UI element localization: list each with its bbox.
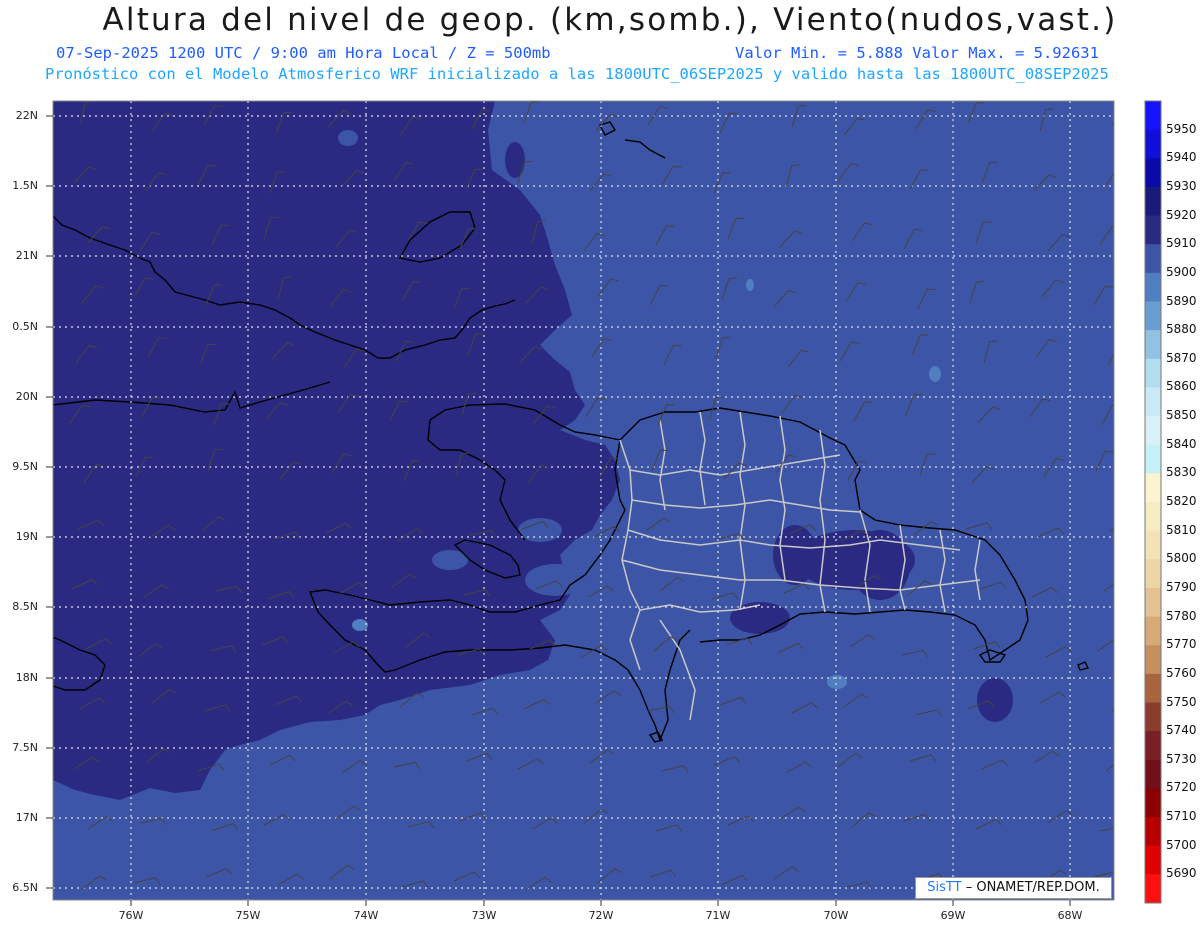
- lat-label: 7.5N: [12, 741, 38, 754]
- colorbar-label: 5760: [1166, 665, 1197, 680]
- brand-logo: SisTT: [927, 880, 962, 895]
- colorbar-label: 5770: [1166, 637, 1197, 652]
- colorbar-swatch: [1145, 702, 1161, 732]
- colorbar-label: 5840: [1166, 436, 1197, 451]
- lon-label: 68W: [1057, 909, 1083, 922]
- colorbar-label: 5690: [1166, 866, 1197, 881]
- colorbar-label: 5850: [1166, 408, 1197, 423]
- colorbar-label: 5900: [1166, 264, 1197, 279]
- colorbar-swatch: [1145, 845, 1161, 875]
- colorbar-swatch: [1145, 616, 1161, 646]
- colorbar: [1144, 100, 1162, 904]
- lat-label: 21N: [15, 249, 38, 262]
- wind-barb: [1111, 708, 1114, 712]
- lon-label: 72W: [588, 909, 614, 922]
- colorbar-label: 5830: [1166, 465, 1197, 480]
- colorbar-swatch: [1145, 101, 1161, 131]
- field-patch: [338, 130, 358, 146]
- colorbar-swatch: [1145, 186, 1161, 217]
- weather-map: [46, 100, 1162, 906]
- field-patch: [773, 525, 817, 585]
- colorbar-swatch: [1145, 645, 1161, 675]
- colorbar-label: 5780: [1166, 608, 1197, 623]
- lon-label: 73W: [471, 909, 497, 922]
- colorbar-swatch: [1145, 358, 1161, 388]
- lon-label: 70W: [823, 909, 849, 922]
- colorbar-swatch: [1145, 559, 1161, 589]
- colorbar-swatch: [1145, 759, 1161, 789]
- colorbar-label: 5860: [1166, 379, 1197, 394]
- field-patch: [929, 366, 941, 382]
- colorbar-label: 5700: [1166, 837, 1197, 852]
- lon-label: 71W: [705, 909, 731, 922]
- lon-label: 74W: [353, 909, 379, 922]
- colorbar-label: 5710: [1166, 809, 1197, 824]
- colorbar-label: 5730: [1166, 751, 1197, 766]
- colorbar-swatch: [1145, 301, 1161, 331]
- lat-label: 17N: [15, 811, 38, 824]
- colorbar-swatch: [1145, 874, 1161, 904]
- colorbar-label: 5720: [1166, 780, 1197, 795]
- colorbar-swatch: [1145, 530, 1161, 560]
- colorbar-label: 5880: [1166, 322, 1197, 337]
- lat-label: 1.5N: [12, 179, 38, 192]
- lon-label: 75W: [235, 909, 261, 922]
- colorbar-label: 5790: [1166, 579, 1197, 594]
- colorbar-swatch: [1145, 158, 1161, 188]
- credit-text: – ONAMET/REP.DOM.: [965, 880, 1100, 895]
- colorbar-swatch: [1145, 330, 1161, 360]
- colorbar-swatch: [1145, 502, 1161, 532]
- field-patch: [827, 675, 847, 689]
- colorbar-label: 5740: [1166, 723, 1197, 738]
- colorbar-swatch: [1145, 272, 1161, 302]
- colorbar-swatch: [1145, 387, 1161, 417]
- credit-box: SisTT – ONAMET/REP.DOM.: [915, 877, 1112, 899]
- colorbar-swatch: [1145, 215, 1161, 245]
- colorbar-swatch: [1145, 244, 1161, 274]
- field-patch: [505, 142, 525, 178]
- colorbar-swatch: [1145, 416, 1161, 446]
- colorbar-label: 5910: [1166, 236, 1197, 251]
- colorbar-label: 5750: [1166, 694, 1197, 709]
- wind-barb: [1111, 121, 1114, 126]
- colorbar-label: 5800: [1166, 551, 1197, 566]
- lat-label: 18N: [15, 671, 38, 684]
- lat-label: 9.5N: [12, 460, 38, 473]
- lon-label: 69W: [940, 909, 966, 922]
- lat-label: 22N: [15, 109, 38, 122]
- colorbar-swatch: [1145, 673, 1161, 703]
- colorbar-label: 5920: [1166, 207, 1197, 222]
- colorbar-swatch: [1145, 788, 1161, 818]
- colorbar-label: 5870: [1166, 350, 1197, 365]
- colorbar-label: 5820: [1166, 494, 1197, 508]
- colorbar-swatch: [1145, 444, 1161, 474]
- lat-label: 19N: [15, 530, 38, 543]
- lat-label: 6.5N: [12, 881, 38, 894]
- lat-label: 20N: [15, 390, 38, 403]
- colorbar-label: 5890: [1166, 293, 1197, 308]
- colorbar-label: 5950: [1166, 121, 1197, 136]
- colorbar-swatch: [1145, 129, 1161, 159]
- colorbar-label: 5810: [1166, 522, 1197, 537]
- colorbar-swatch: [1145, 473, 1161, 503]
- lat-label: 0.5N: [12, 320, 38, 333]
- colorbar-swatch: [1145, 587, 1161, 618]
- field-patch: [746, 279, 754, 291]
- colorbar-swatch: [1145, 817, 1161, 847]
- colorbar-label: 5930: [1166, 178, 1197, 193]
- lon-label: 76W: [118, 909, 144, 922]
- lat-label: 8.5N: [12, 600, 38, 613]
- field-patch: [977, 678, 1013, 722]
- field-patch: [525, 564, 585, 596]
- colorbar-swatch: [1145, 731, 1161, 761]
- colorbar-label: 5940: [1166, 150, 1197, 165]
